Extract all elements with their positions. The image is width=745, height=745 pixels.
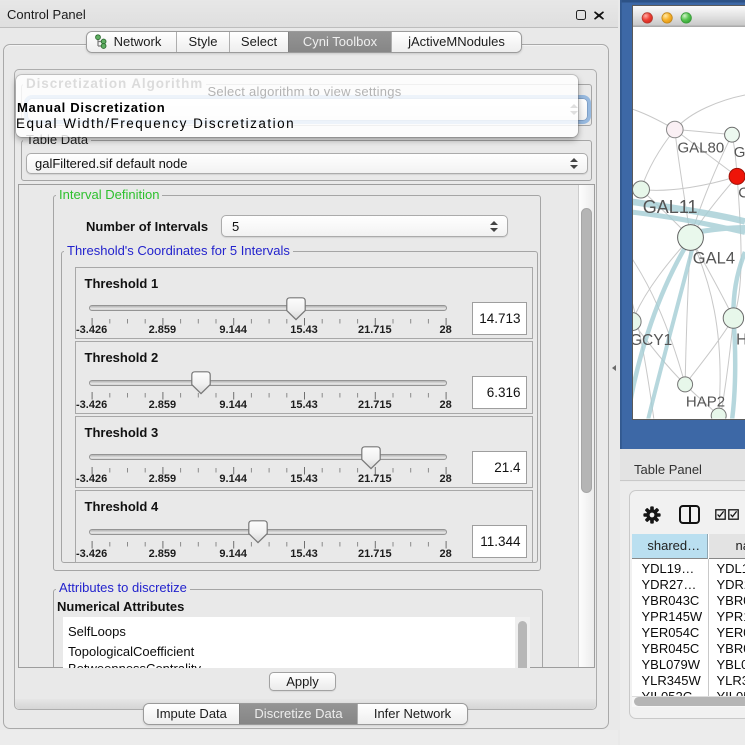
svg-text:C: C bbox=[738, 185, 745, 202]
svg-text:HAP2: HAP2 bbox=[686, 394, 725, 411]
svg-text:GAL80: GAL80 bbox=[678, 140, 725, 157]
svg-text:G.: G. bbox=[734, 144, 745, 161]
svg-text:GCY1: GCY1 bbox=[630, 332, 672, 349]
svg-text:GAL11: GAL11 bbox=[643, 197, 698, 217]
svg-text:GAL4: GAL4 bbox=[693, 250, 735, 268]
svg-text:H: H bbox=[736, 332, 745, 349]
